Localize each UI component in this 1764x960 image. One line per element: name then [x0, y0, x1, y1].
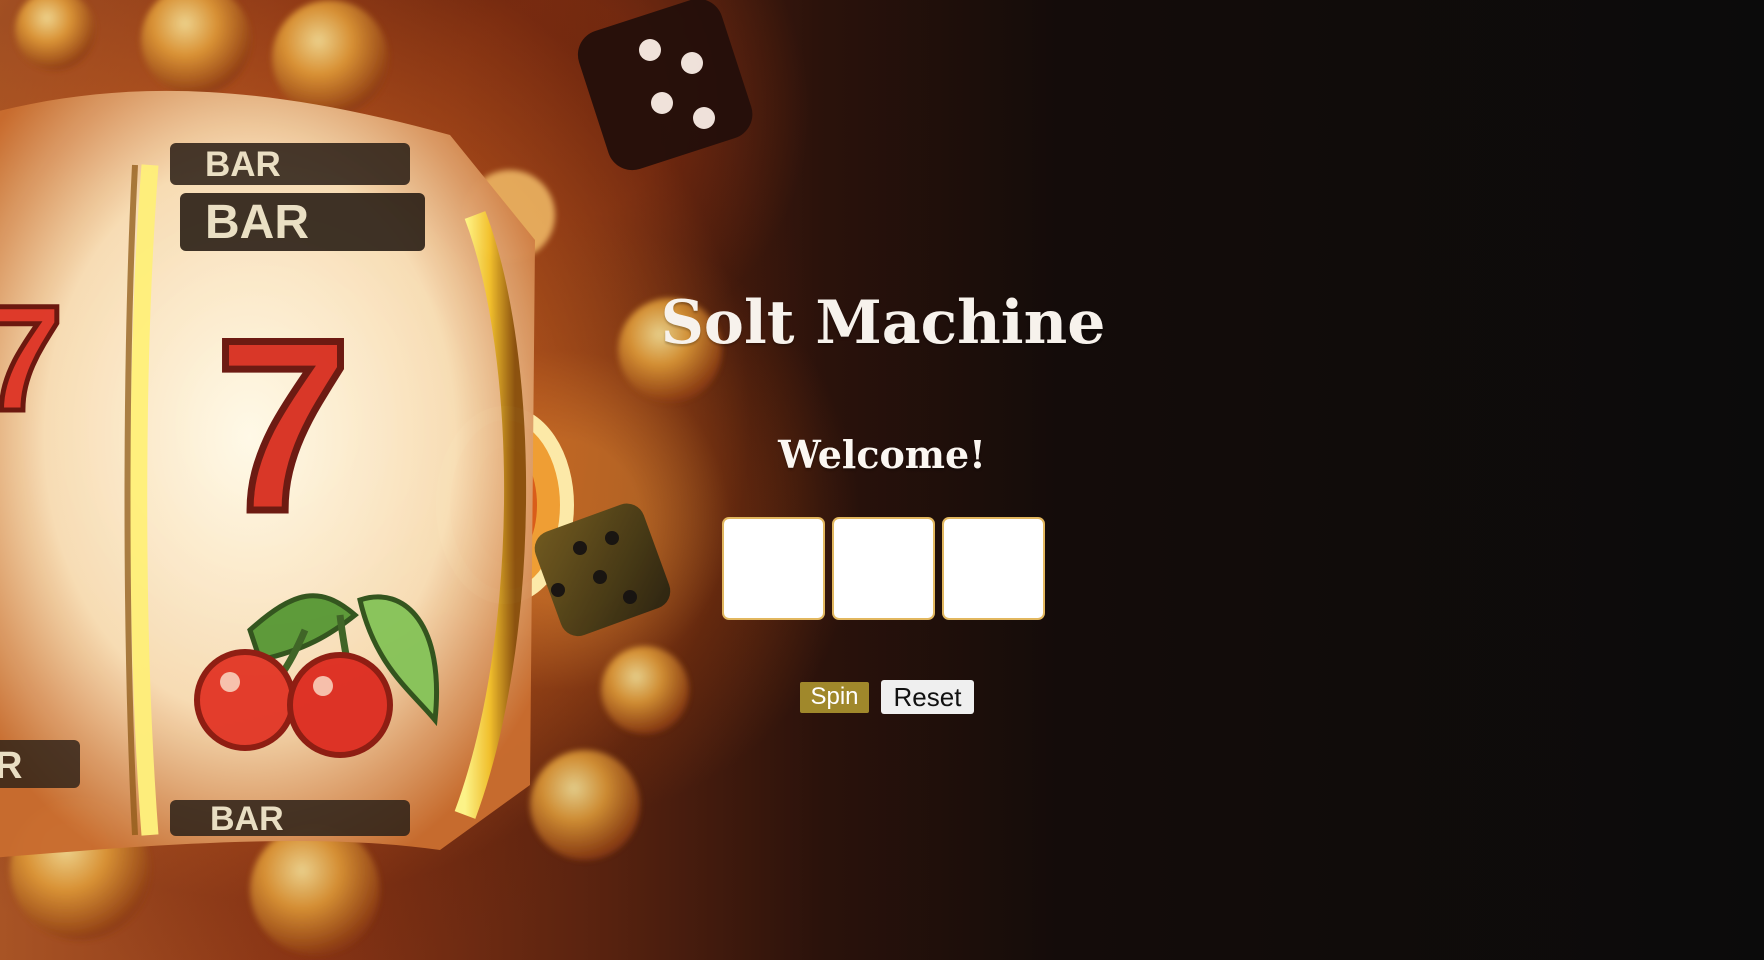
page-title: Solt Machine — [660, 288, 1106, 358]
game-controls: Spin Reset — [800, 679, 974, 715]
reel-slot-1 — [722, 517, 825, 620]
slot-reels — [722, 517, 1050, 621]
reel-bar-symbol: BAR — [210, 800, 284, 838]
reel-slot-2 — [832, 517, 935, 620]
reel-bar-symbol: BAR — [205, 145, 281, 184]
welcome-message: Welcome! — [778, 432, 986, 477]
spin-button[interactable]: Spin — [800, 681, 869, 713]
reset-button[interactable]: Reset — [881, 680, 974, 714]
reel-slot-3 — [942, 517, 1045, 620]
reel-bar-symbol: BAR — [205, 196, 309, 249]
slot-machine-page: BAR BAR 7 7 R BAR Solt Machine Welcome! … — [0, 0, 1764, 960]
svg-text:R: R — [0, 745, 22, 787]
